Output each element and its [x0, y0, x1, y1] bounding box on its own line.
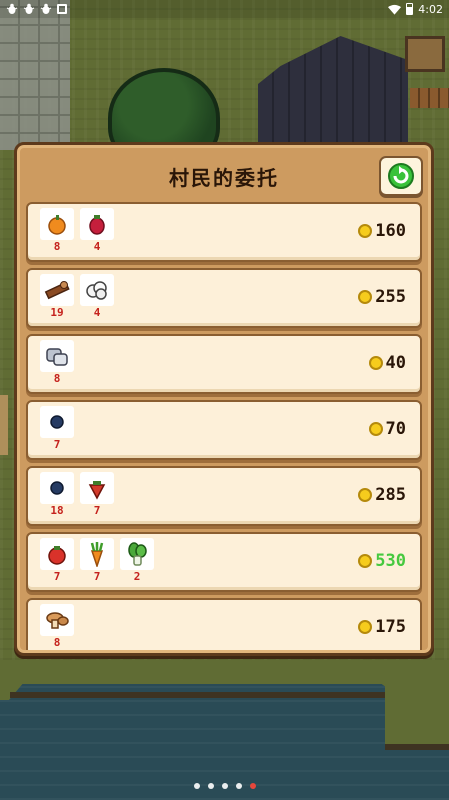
commission-row[interactable]: 8 4 160: [26, 202, 422, 262]
status-bar: 4:02: [0, 0, 449, 18]
required-item[interactable]: 4: [80, 208, 114, 254]
item-count: 18: [50, 504, 64, 517]
shop-sign: [405, 36, 445, 72]
panel-header: 村民的委托: [23, 151, 425, 201]
required-items: 8: [40, 604, 74, 650]
item-count: 7: [53, 570, 61, 583]
refresh-icon: [388, 163, 414, 189]
item-count: 2: [133, 570, 141, 583]
required-item[interactable]: 19: [40, 274, 74, 320]
page-dot[interactable]: [235, 783, 242, 789]
commission-row[interactable]: 8 175: [26, 598, 422, 650]
item-count: 8: [53, 372, 61, 385]
item-count: 4: [93, 306, 101, 319]
commission-row[interactable]: 7 70: [26, 400, 422, 460]
coin-icon: [358, 488, 373, 502]
item-count: 4: [93, 240, 101, 253]
required-item[interactable]: 7: [40, 406, 74, 452]
commission-row[interactable]: 7 7 2 530: [26, 532, 422, 592]
commission-row[interactable]: 19 4 255: [26, 268, 422, 328]
commission-row[interactable]: 18 7 285: [26, 466, 422, 526]
required-items: 18 7: [40, 472, 114, 518]
orange-fruit-icon: [40, 208, 74, 240]
item-count: 7: [53, 438, 61, 451]
commission-row[interactable]: 8 40: [26, 334, 422, 394]
required-items: 7: [40, 406, 74, 452]
page-dot[interactable]: [193, 783, 200, 789]
reward-value: 255: [375, 287, 406, 307]
reward: 160: [358, 221, 406, 241]
cotton-icon: [80, 274, 114, 306]
commission-list[interactable]: 8 4 160 19 4 255 8 40 7 70 18 7 285 7 7 2 530 8 175: [26, 202, 422, 650]
refresh-button[interactable]: [379, 156, 423, 196]
coin-icon: [358, 620, 373, 634]
wooden-post: [0, 395, 8, 455]
fence: [410, 88, 449, 108]
bug-icon: [6, 3, 18, 15]
reward: 70: [368, 419, 406, 439]
bug-icon: [23, 3, 35, 15]
required-items: 7 7 2: [40, 538, 154, 584]
square-icon: [57, 4, 67, 14]
strawberry-icon: [80, 472, 114, 504]
coin-icon: [358, 290, 373, 304]
reward-value: 285: [375, 485, 406, 505]
required-item[interactable]: 8: [40, 340, 74, 386]
item-count: 7: [93, 504, 101, 517]
red-berry-icon: [80, 208, 114, 240]
required-items: 84: [40, 208, 114, 254]
blueberry-icon: [40, 406, 74, 438]
reward-value: 40: [385, 353, 406, 373]
wifi-icon: [388, 4, 402, 15]
required-item[interactable]: 2: [120, 538, 154, 584]
reward-value: 175: [375, 617, 406, 637]
tomato-icon: [40, 538, 74, 570]
shore-edge: [10, 692, 385, 698]
page-dot[interactable]: [207, 783, 214, 789]
required-item[interactable]: 8: [40, 604, 74, 650]
coin-icon: [368, 422, 383, 436]
stone-path: [0, 0, 70, 150]
stone-icon: [40, 340, 74, 372]
coin-icon: [358, 224, 373, 238]
reward-value: 530: [375, 551, 406, 571]
reward-value: 70: [385, 419, 406, 439]
page-dot[interactable]: [221, 783, 228, 789]
blueberry-icon: [40, 472, 74, 504]
required-item[interactable]: 18: [40, 472, 74, 518]
item-count: 19: [50, 306, 64, 319]
battery-icon: [406, 3, 414, 15]
carrot-icon: [80, 538, 114, 570]
required-items: 8: [40, 340, 74, 386]
reward-value: 160: [375, 221, 406, 241]
reward: 175: [358, 617, 406, 637]
required-item[interactable]: 8: [40, 208, 74, 254]
required-item[interactable]: 7: [40, 538, 74, 584]
wood-log-icon: [40, 274, 74, 306]
reward: 255: [358, 287, 406, 307]
panel-title: 村民的委托: [169, 165, 279, 190]
bug-icon: [40, 3, 52, 15]
item-count: 7: [93, 570, 101, 583]
required-item[interactable]: 7: [80, 538, 114, 584]
item-count: 8: [53, 240, 61, 253]
mushroom-icon: [40, 604, 74, 636]
bok-choy-icon: [120, 538, 154, 570]
villager-commission-panel: 村民的委托 8 4 160 19 4 255 8 40 7 70 18 7 285 7 7 2 530 8 175: [14, 142, 434, 656]
reward: 40: [368, 353, 406, 373]
page-indicator: [0, 783, 449, 789]
required-item[interactable]: 7: [80, 472, 114, 518]
required-item[interactable]: 4: [80, 274, 114, 320]
reward: 285: [358, 485, 406, 505]
shore-ledge: [385, 660, 449, 750]
required-items: 19 4: [40, 274, 114, 320]
coin-icon: [358, 554, 373, 568]
reward: 530: [358, 551, 406, 571]
item-count: 8: [53, 636, 61, 649]
status-time: 4:02: [418, 2, 443, 16]
page-dot[interactable]: [249, 783, 256, 789]
coin-icon: [368, 356, 383, 370]
